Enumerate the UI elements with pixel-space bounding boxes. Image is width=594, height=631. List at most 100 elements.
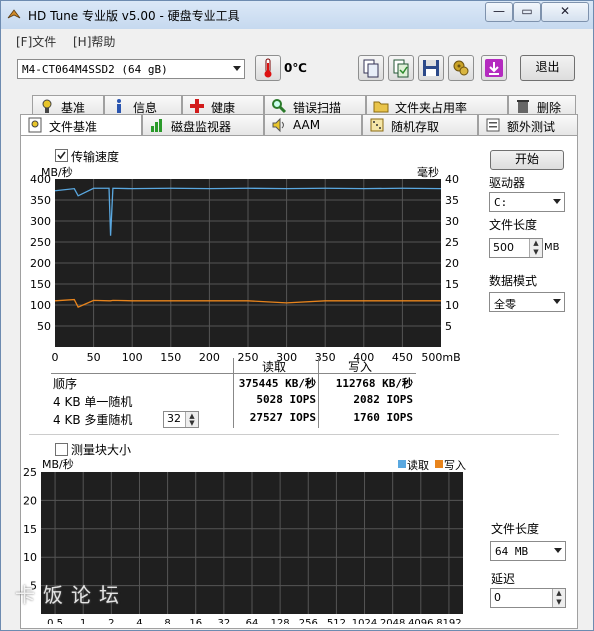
x-tick-label: 1 [80,618,86,624]
delay-label: 延迟 [491,572,516,586]
stepper-up-icon[interactable]: ▲ [552,589,565,598]
x-tick-label: 32 [217,618,230,624]
result-row-label: 4 KB 单一随机 [53,395,133,409]
file-length-value: 500 [493,241,514,254]
y-tick-label: 250 [30,236,51,249]
block-file-length-combo[interactable]: 64 MB [490,541,566,561]
stepper-up-icon[interactable]: ▲ [529,239,542,248]
file-benchmark-panel: 传输速度 MB/秒 毫秒 400 350 300 250 200 150 100 50 40 3… [20,135,578,629]
download-icon [485,59,503,77]
result-read-value: 375445 KB/秒 [238,377,316,390]
hdtune-icon [7,9,21,19]
delay-value: 0 [494,591,501,604]
divider [29,434,559,435]
exit-button[interactable]: 退出 [520,55,575,81]
options-button[interactable] [448,55,474,81]
menu-file[interactable]: [F]文件 [16,33,56,50]
y-tick-label: 200 [30,257,51,270]
health-cross-icon [190,99,204,113]
legend-write-label: 写入 [444,459,466,472]
tab-speaker[interactable]: AAM [264,114,362,135]
copy-all-button[interactable] [388,55,414,81]
drive-combo-value: C: [494,196,508,209]
stepper-down-icon[interactable]: ▼ [529,248,542,257]
title-bar: HD Tune 专业版 v5.00 - 硬盘专业工具 — ▭ ✕ [1,1,593,29]
header-write: 写入 [348,360,373,374]
result-read-value: 5028 IOPS [256,393,316,406]
menu-help[interactable]: [H]帮助 [73,33,115,50]
copy-button[interactable] [358,55,384,81]
tab-info[interactable]: 信息 [104,95,182,116]
download-button[interactable] [481,55,507,81]
file-benchmark-icon [28,117,42,133]
app-window: HD Tune 专业版 v5.00 - 硬盘专业工具 — ▭ ✕ [F]文件 [… [0,0,594,631]
tab-health-cross[interactable]: 健康 [182,95,264,116]
checkmark-icon [57,151,66,160]
transfer-speed-chart: MB/秒 毫秒 40035030025020015010050 40353025… [30,165,461,362]
menu-bar: [F]文件 [H]帮助 [1,29,593,51]
y2-tick-label: 15 [445,278,459,291]
result-write-value: 112768 KB/秒 [335,377,413,390]
watermark: 卡饭论坛 [15,583,127,607]
header-read: 读取 [262,360,287,374]
trash-icon [517,100,529,113]
y2-tick-label: 35 [445,194,459,207]
tab-benchmark[interactable]: 基准 [32,95,104,116]
delay-stepper[interactable]: 0 ▲ ▼ [490,588,566,608]
copy-all-icon [393,59,409,78]
legend-write-swatch [435,460,443,468]
file-length-stepper[interactable]: 500 ▲ ▼ [489,238,543,258]
y-tick-label: 20 [23,494,37,507]
block-file-length-value: 64 MB [495,545,529,558]
tab-disk-monitor[interactable]: 磁盘监视器 [142,114,264,135]
thermometer-icon [264,58,272,78]
chevron-down-icon [553,199,561,204]
temperature-button[interactable] [255,55,281,81]
speaker-icon [272,117,284,133]
tab-file-benchmark[interactable]: 文件基准 [20,114,142,135]
info-icon [117,99,121,113]
disk-monitor-icon [151,119,162,132]
y2-tick-label: 40 [445,173,459,186]
tab-trash[interactable]: 删除 [508,95,576,116]
transfer-speed-label: 传输速度 [71,150,120,164]
temperature-readout: 0℃ [284,61,307,75]
data-pattern-value: 全零 [494,298,516,311]
legend-read-label: 读取 [407,458,429,472]
x-tick-label: 128 [271,618,290,624]
tab-folder[interactable]: 文件夹占用率 [366,95,508,116]
maximize-button[interactable]: ▭ [513,2,541,22]
y2-tick-label: 25 [445,236,459,249]
x-tick-label: 256 [299,618,318,624]
y-axis-unit-right: 毫秒 [417,165,439,179]
y2-tick-label: 30 [445,215,459,228]
drive-select[interactable]: M4-CT064M4SSD2 (64 gB) [17,59,245,79]
tab-label: AAM [293,118,321,132]
x-tick-label: 1024 [352,618,377,624]
window-title: HD Tune 专业版 v5.00 - 硬盘专业工具 [28,9,240,23]
queue-depth-stepper[interactable]: 32 ▲ ▼ [163,411,199,428]
save-button[interactable] [418,55,444,81]
stepper-up-icon[interactable]: ▲ [185,412,198,420]
copy-icon [363,59,379,78]
close-button[interactable]: ✕ [541,2,589,22]
tab-random-access[interactable]: 随机存取 [362,114,478,135]
random-access-icon [370,118,384,132]
block-size-checkbox[interactable] [55,443,68,456]
drive-combo[interactable]: C: [489,192,565,212]
chevron-down-icon [233,66,241,71]
tab-magnifier[interactable]: 错误扫描 [264,95,366,116]
queue-depth-value: 32 [167,412,181,425]
result-write-value: 1760 IOPS [353,411,413,424]
start-button[interactable]: 开始 [490,150,564,170]
stepper-down-icon[interactable]: ▼ [552,598,565,607]
tab-extra-tests[interactable]: 额外测试 [478,114,578,135]
y-axis-unit: MB/秒 [42,457,74,471]
legend-read-swatch [398,460,406,468]
minimize-button[interactable]: — [485,2,513,22]
transfer-speed-checkbox[interactable] [55,149,68,162]
data-pattern-combo[interactable]: 全零 [489,292,565,312]
stepper-down-icon[interactable]: ▼ [185,419,198,427]
x-tick-label: 2048 [380,618,405,624]
x-tick-label: 500mB [421,351,460,362]
